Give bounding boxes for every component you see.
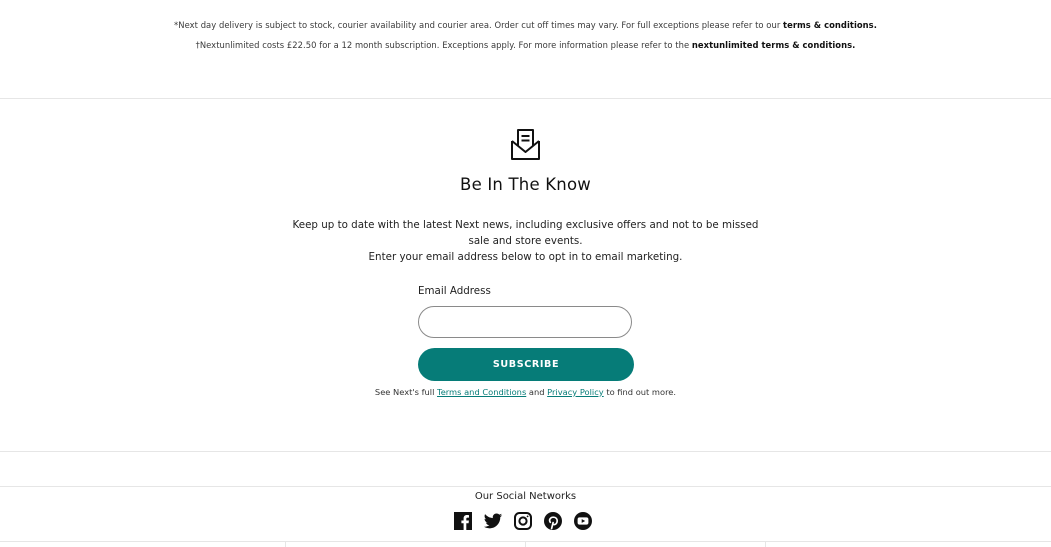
instagram-icon[interactable] (513, 511, 533, 531)
footer-column-separator (765, 541, 766, 547)
newsletter-description-line-1: Keep up to date with the latest Next new… (292, 219, 759, 231)
nextunlimited-disclaimer: †Nextunlimited costs £22.50 for a 12 mon… (0, 40, 1051, 50)
subscribe-button[interactable]: SUBSCRIBE (418, 348, 634, 381)
newsletter-section: Be In The Know Keep up to date with the … (0, 99, 1051, 451)
next-day-delivery-disclaimer: *Next day delivery is subject to stock, … (0, 20, 1051, 30)
privacy-policy-link[interactable]: Privacy Policy (547, 387, 604, 397)
page: *Next day delivery is subject to stock, … (0, 0, 1051, 547)
facebook-icon[interactable] (453, 511, 473, 531)
next-day-delivery-text: *Next day delivery is subject to stock, … (174, 20, 784, 30)
email-address-label: Email Address (418, 285, 491, 297)
newsletter-title: Be In The Know (460, 175, 591, 194)
nextunlimited-terms-link[interactable]: nextunlimited terms & conditions. (692, 40, 856, 50)
footer-column-separator (285, 541, 286, 547)
twitter-icon[interactable] (483, 511, 503, 531)
social-networks-title: Our Social Networks (474, 491, 577, 502)
pinterest-icon[interactable] (543, 511, 563, 531)
email-address-input[interactable] (418, 306, 632, 338)
newsletter-description-line-3: Enter your email address below to opt in… (368, 251, 683, 263)
terms-suffix-text: to find out more. (603, 387, 677, 397)
newsletter-description-line-2: sale and store events. (468, 235, 583, 247)
terms-and-text: and (526, 387, 548, 397)
footer-column-separator (525, 541, 526, 547)
youtube-icon[interactable] (573, 511, 593, 531)
terms-and-conditions-link[interactable]: Terms and Conditions (437, 387, 526, 397)
terms-conditions-link[interactable]: terms & conditions. (783, 20, 877, 30)
nextunlimited-text: †Nextunlimited costs £22.50 for a 12 mon… (195, 40, 692, 50)
social-networks-list (453, 511, 593, 531)
terms-prefix-text: See Next's full (374, 387, 438, 397)
delivery-disclaimers: *Next day delivery is subject to stock, … (0, 0, 1051, 99)
newsletter-terms-note: See Next's full Terms and Conditions and… (0, 387, 1051, 397)
section-divider (0, 451, 1051, 452)
envelope-icon (511, 129, 540, 160)
section-divider (0, 486, 1051, 487)
